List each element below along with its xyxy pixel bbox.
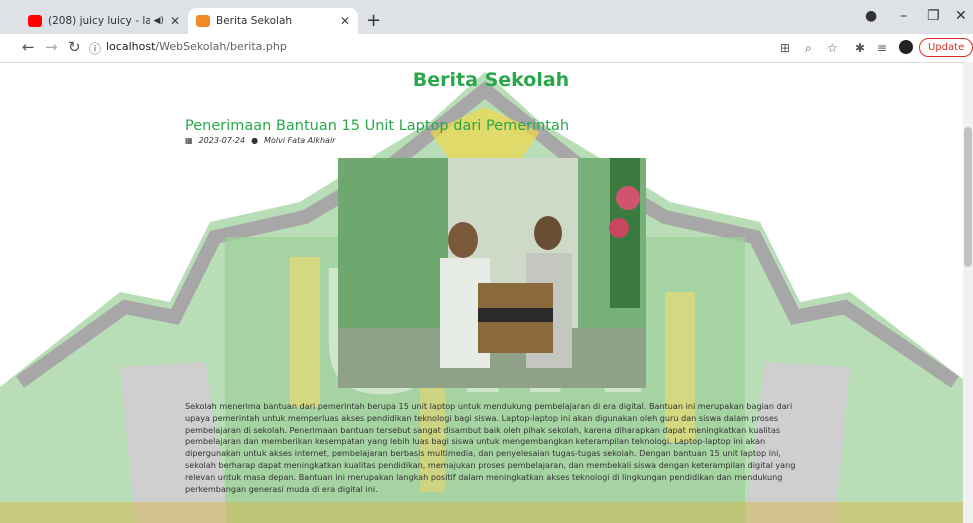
- close-tab-icon[interactable]: ✕: [340, 14, 350, 28]
- forward-button[interactable]: →: [45, 38, 58, 56]
- avatar[interactable]: [899, 40, 913, 54]
- extensions-icon[interactable]: ✱: [855, 41, 865, 55]
- page-title: Berita Sekolah: [412, 69, 570, 91]
- close-window-button[interactable]: ✕: [955, 8, 967, 24]
- url-path: /WebSekolah/berita.php: [155, 40, 287, 53]
- reading-list-icon[interactable]: ≡: [877, 41, 887, 55]
- article-date: 2023-07-24: [198, 136, 246, 145]
- update-label: Update: [928, 42, 965, 53]
- zoom-icon[interactable]: ⌕: [805, 41, 812, 56]
- site-favicon-icon: [196, 15, 210, 27]
- minimize-button[interactable]: –: [900, 8, 907, 24]
- address-bar[interactable]: localhost/WebSekolah/berita.php: [106, 40, 287, 53]
- page-content: UIN Berita Sekolah Penerimaan Bantuan 15…: [0, 62, 973, 523]
- update-button[interactable]: Update⋮: [919, 38, 973, 57]
- translate-icon[interactable]: ⊞: [780, 41, 790, 55]
- tab-title: Berita Sekolah: [216, 15, 293, 27]
- article-title[interactable]: Penerimaan Bantuan 15 Unit Laptop dari P…: [185, 118, 569, 134]
- new-tab-button[interactable]: +: [366, 10, 381, 31]
- url-host: localhost: [106, 40, 156, 53]
- more-menu-icon: ⋮: [968, 42, 973, 53]
- close-tab-icon[interactable]: ✕: [170, 14, 180, 28]
- article-photo: [338, 158, 646, 388]
- tab-berita-sekolah[interactable]: Berita Sekolah ✕: [188, 8, 358, 34]
- user-icon: ●: [251, 136, 259, 145]
- tab-youtube[interactable]: (208) juicy luicy - lantas (spe ◀) ✕: [20, 8, 188, 34]
- article-author: Molvi Fata Alkhair: [264, 136, 336, 145]
- toolbar: ← → ↻ ⓘ localhost/WebSekolah/berita.php …: [0, 34, 973, 63]
- scrollbar[interactable]: [963, 62, 973, 523]
- speaker-icon[interactable]: ◀): [154, 16, 164, 26]
- back-button[interactable]: ←: [22, 38, 35, 56]
- tab-strip: (208) juicy luicy - lantas (spe ◀) ✕ Ber…: [0, 0, 973, 34]
- article-meta: ▦ 2023-07-24 ● Molvi Fata Alkhair: [185, 136, 335, 145]
- reload-button[interactable]: ↻: [68, 38, 81, 56]
- article-body: Sekolah menerima bantuan dari pemerintah…: [185, 401, 796, 494]
- calendar-icon: ▦: [185, 136, 193, 145]
- bookmark-star-icon[interactable]: ☆: [827, 41, 838, 55]
- profile-icon[interactable]: ●: [865, 8, 877, 24]
- scrollbar-thumb[interactable]: [964, 127, 972, 267]
- restore-button[interactable]: ❐: [927, 8, 940, 24]
- info-icon[interactable]: ⓘ: [89, 40, 101, 57]
- tab-title: (208) juicy luicy - lantas (spe: [48, 15, 150, 27]
- youtube-icon: [28, 15, 42, 27]
